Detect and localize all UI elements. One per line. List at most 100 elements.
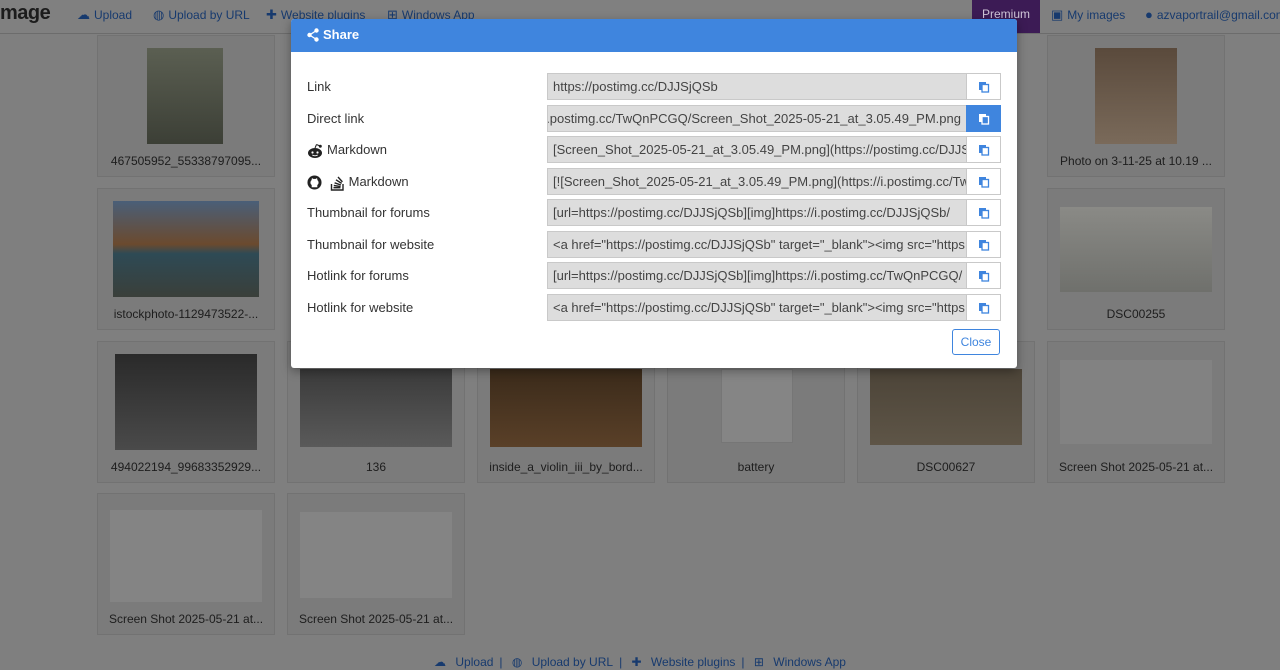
gallery-item[interactable]: Screen Shot 2025-05-21 at... [97,493,275,635]
hotlink-website-field[interactable]: <a href="https://postimg.cc/DJJSjQSb" ta… [547,294,966,321]
user-icon: ● [1145,7,1153,22]
footer-windows-label: Windows App [773,655,846,669]
thumbnail-image [115,354,257,450]
site-logo[interactable]: mage [0,2,51,25]
copy-icon [979,240,990,251]
github-icon [307,175,322,190]
thumbnail-image [300,512,452,598]
row-label: Direct link [307,111,365,126]
nav-upload-url-link[interactable]: ◍ Upload by URL [153,7,250,23]
gallery-caption: 467505952_55338797095... [110,154,262,168]
thumbnail-forums-field[interactable]: [url=https://postimg.cc/DJJSjQSb][img]ht… [547,199,966,226]
gallery-caption: 136 [365,460,387,474]
share-row-hotlink-website: Hotlink for website <a href="https://pos… [307,294,1001,321]
row-label: Link [307,79,331,94]
row-label-wrap: Markdown [307,174,409,191]
my-images-link[interactable]: ▣ My images [1051,7,1125,23]
gallery-caption: battery [737,460,775,474]
copy-icon [979,145,990,156]
copy-button[interactable] [966,73,1001,100]
thumbnail-image [721,369,793,443]
copy-button[interactable] [966,136,1001,163]
gallery-caption: istockphoto-1129473522-... [113,307,259,321]
share-row-thumbnail-forums: Thumbnail for forums [url=https://postim… [307,199,1001,226]
thumbnail-image [490,369,642,447]
thumbnail-image [147,48,223,144]
copy-icon [979,208,990,219]
gallery-item[interactable]: istockphoto-1129473522-... [97,188,275,330]
gallery-item[interactable]: Screen Shot 2025-05-21 at... [287,493,465,635]
copy-icon [979,271,990,282]
image-icon: ▣ [1051,7,1064,22]
footer-windows-link[interactable]: ⊞ Windows App [751,655,849,669]
thumbnail-image [1060,207,1212,292]
account-label: azvaportrail@gmail.com [1156,8,1280,22]
row-label: Thumbnail for forums [307,205,430,220]
share-modal-header: Share [291,19,1017,52]
hotlink-forums-field[interactable]: [url=https://postimg.cc/DJJSjQSb][img]ht… [547,262,966,289]
row-label: Markdown [327,142,387,157]
thumbnail-image [1060,360,1212,444]
cloud-upload-icon: ☁ [434,655,450,669]
thumbnail-image [113,201,259,297]
thumbnail-image [110,510,262,602]
gallery-item[interactable]: Photo on 3-11-25 at 10.19 ... [1047,35,1225,177]
footer-plugins-link[interactable]: ✚ Website plugins [629,655,739,669]
row-label: Hotlink for forums [307,268,409,283]
thumbnail-image [1095,48,1177,144]
copy-button[interactable] [966,262,1001,289]
gallery-caption: DSC00627 [916,460,976,474]
share-row-thumbnail-website: Thumbnail for website <a href="https://p… [307,231,1001,258]
gallery-caption: Photo on 3-11-25 at 10.19 ... [1060,154,1212,168]
markdown-field[interactable]: [Screen_Shot_2025-05-21_at_3.05.49_PM.pn… [547,136,966,163]
puzzle-icon: ✚ [631,655,645,669]
footer-upload-url-label: Upload by URL [531,655,614,669]
footer-upload-url-link[interactable]: ◍ Upload by URL [509,655,616,669]
copy-button[interactable] [966,168,1001,195]
link-field[interactable]: https://postimg.cc/DJJSjQSb [547,73,966,100]
account-link[interactable]: ● azvaportrail@gmail.com [1145,7,1280,22]
row-label-wrap: Markdown [307,142,387,159]
reddit-icon [308,143,322,158]
gallery-item[interactable]: 467505952_55338797095... [97,35,275,177]
copy-button[interactable] [966,231,1001,258]
nav-upload-label: Upload [94,8,133,22]
share-modal: Share Link https://postimg.cc/DJJSjQSb D… [291,19,1017,368]
footer-plugins-label: Website plugins [650,655,736,669]
copy-icon [979,82,990,93]
copy-button[interactable] [966,294,1001,321]
gallery-caption: DSC00255 [1106,307,1166,321]
row-label: Thumbnail for website [307,237,435,252]
gallery-item[interactable]: DSC00255 [1047,188,1225,330]
copy-icon [979,177,990,188]
gallery-item[interactable]: 494022194_99683352929... [97,341,275,483]
copy-button[interactable] [966,105,1001,132]
markdown-github-field[interactable]: [![Screen_Shot_2025-05-21_at_3.05.49_PM.… [547,168,966,195]
thumbnail-website-field[interactable]: <a href="https://postimg.cc/DJJSjQSb" ta… [547,231,966,258]
gallery-caption: 494022194_99683352929... [110,460,262,474]
close-button[interactable]: Close [952,329,1000,355]
cloud-upload-icon: ☁ [77,7,90,22]
share-icon [307,28,319,42]
my-images-label: My images [1067,8,1126,22]
share-row-markdown-reddit: Markdown [Screen_Shot_2025-05-21_at_3.05… [307,136,1001,163]
direct-link-field[interactable]: https://i.postimg.cc/TwQnPCGQ/Screen_Sho… [547,105,966,132]
modal-title: Share [323,27,360,42]
copy-icon [979,114,990,125]
gallery-item[interactable]: Screen Shot 2025-05-21 at... [1047,341,1225,483]
footer-nav: ☁ Upload | ◍ Upload by URL | ✚ Website plu… [0,655,1280,670]
footer-upload-label: Upload [455,655,494,669]
row-label: Markdown [348,174,409,189]
nav-upload-link[interactable]: ☁ Upload [77,7,132,23]
gallery-caption: inside_a_violin_iii_by_bord... [489,460,643,474]
row-label: Hotlink for website [307,300,414,315]
share-row-direct-link: Direct link https://i.postimg.cc/TwQnPCG… [307,105,1001,132]
copy-button[interactable] [966,199,1001,226]
globe-icon: ◍ [153,7,165,22]
share-row-link: Link https://postimg.cc/DJJSjQSb [307,73,1001,100]
share-row-hotlink-forums: Hotlink for forums [url=https://postimg.… [307,262,1001,289]
footer-upload-link[interactable]: ☁ Upload [431,655,496,669]
copy-icon [979,303,990,314]
gallery-caption: Screen Shot 2025-05-21 at... [1058,460,1214,474]
thumbnail-image [870,369,1022,445]
